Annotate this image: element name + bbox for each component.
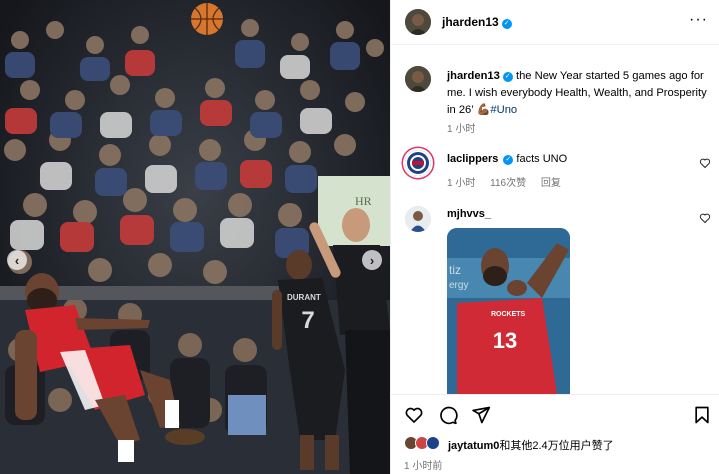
caption-meta: 1 小时 bbox=[447, 120, 487, 135]
caption-emoji: 💪🏾 bbox=[476, 104, 491, 116]
gif-number: 13 bbox=[493, 328, 517, 353]
svg-text:DURANT: DURANT bbox=[287, 293, 321, 302]
crowd-background: HR DURANT 7 bbox=[0, 0, 390, 474]
svg-text:HR: HR bbox=[355, 194, 372, 208]
likes-text: jaytatum0和其他2.4万位用户赞了 bbox=[448, 437, 614, 453]
reply-button[interactable]: 回复 bbox=[541, 178, 561, 189]
comment-avatar-laclippers[interactable] bbox=[405, 150, 431, 176]
next-photo-button[interactable]: › bbox=[362, 250, 382, 270]
likes-summary[interactable]: jaytatum0和其他2.4万位用户赞了 bbox=[404, 435, 714, 453]
comment-like-count[interactable]: 116次赞 bbox=[490, 178, 526, 189]
comment-avatar-mjhvvs[interactable] bbox=[405, 206, 431, 232]
author-avatar[interactable] bbox=[405, 9, 431, 35]
author-username[interactable]: jharden13 ✓ bbox=[442, 15, 512, 29]
caption-author-avatar[interactable] bbox=[405, 66, 431, 92]
post-detail-panel: jharden13 ✓ ··· jharden13 ✓ the New Year s… bbox=[390, 0, 719, 474]
heart-icon[interactable] bbox=[404, 405, 424, 425]
comment-body: laclippers ✓ facts UNO bbox=[447, 153, 567, 165]
chevron-right-icon: › bbox=[369, 252, 375, 268]
comment-gif[interactable]: tiz ergy ROCKETS 13 bbox=[447, 228, 570, 394]
avatar-image bbox=[405, 9, 431, 35]
verified-icon: ✓ bbox=[502, 72, 513, 82]
heart-icon[interactable] bbox=[699, 212, 711, 224]
gif-image: tiz ergy ROCKETS 13 bbox=[447, 228, 570, 394]
gif-team: ROCKETS bbox=[491, 311, 526, 318]
caption-time[interactable]: 1 小时 bbox=[447, 124, 475, 135]
more-horizontal-icon[interactable]: ··· bbox=[689, 12, 708, 28]
liker-avatar bbox=[426, 436, 440, 450]
heart-icon[interactable] bbox=[699, 157, 711, 169]
likes-rest[interactable]: 和其他2.4万位用户赞了 bbox=[499, 440, 613, 452]
comment-meta: 1 小时 116次赞 回复 bbox=[447, 174, 573, 189]
send-icon[interactable] bbox=[471, 405, 491, 425]
svg-text:7: 7 bbox=[301, 307, 314, 334]
comment-icon[interactable] bbox=[438, 405, 458, 425]
verified-icon: ✓ bbox=[501, 19, 512, 29]
action-bar bbox=[391, 394, 719, 434]
avatar-image bbox=[405, 66, 431, 92]
hashtag-link[interactable]: #Uno bbox=[490, 104, 517, 116]
post-time[interactable]: 1 小时前 bbox=[404, 457, 442, 472]
bookmark-icon[interactable] bbox=[692, 405, 712, 425]
comment-username[interactable]: mjhvvs_ bbox=[447, 208, 491, 220]
caption-text: jharden13 ✓ the New Year started 5 games … bbox=[447, 68, 709, 119]
caption-username[interactable]: jharden13 bbox=[447, 70, 500, 82]
clippers-logo-icon bbox=[405, 150, 431, 176]
svg-text:tiz: tiz bbox=[449, 263, 461, 277]
comment-username[interactable]: laclippers bbox=[447, 153, 498, 165]
chevron-left-icon: ‹ bbox=[14, 252, 20, 268]
comment-text: facts UNO bbox=[516, 153, 568, 165]
verified-icon: ✓ bbox=[503, 155, 514, 165]
previous-photo-button[interactable]: ‹ bbox=[7, 250, 27, 270]
avatar-image bbox=[405, 206, 431, 232]
post-photo[interactable]: HR DURANT 7 ‹ › bbox=[0, 0, 390, 474]
comment-body: mjhvvs_ bbox=[447, 208, 493, 220]
author-username-text: jharden13 bbox=[442, 15, 499, 29]
post-header: jharden13 ✓ ··· bbox=[391, 0, 719, 45]
comment-time[interactable]: 1 小时 bbox=[447, 178, 475, 189]
liker-username[interactable]: jaytatum0 bbox=[448, 440, 499, 452]
svg-text:ergy: ergy bbox=[449, 280, 468, 291]
